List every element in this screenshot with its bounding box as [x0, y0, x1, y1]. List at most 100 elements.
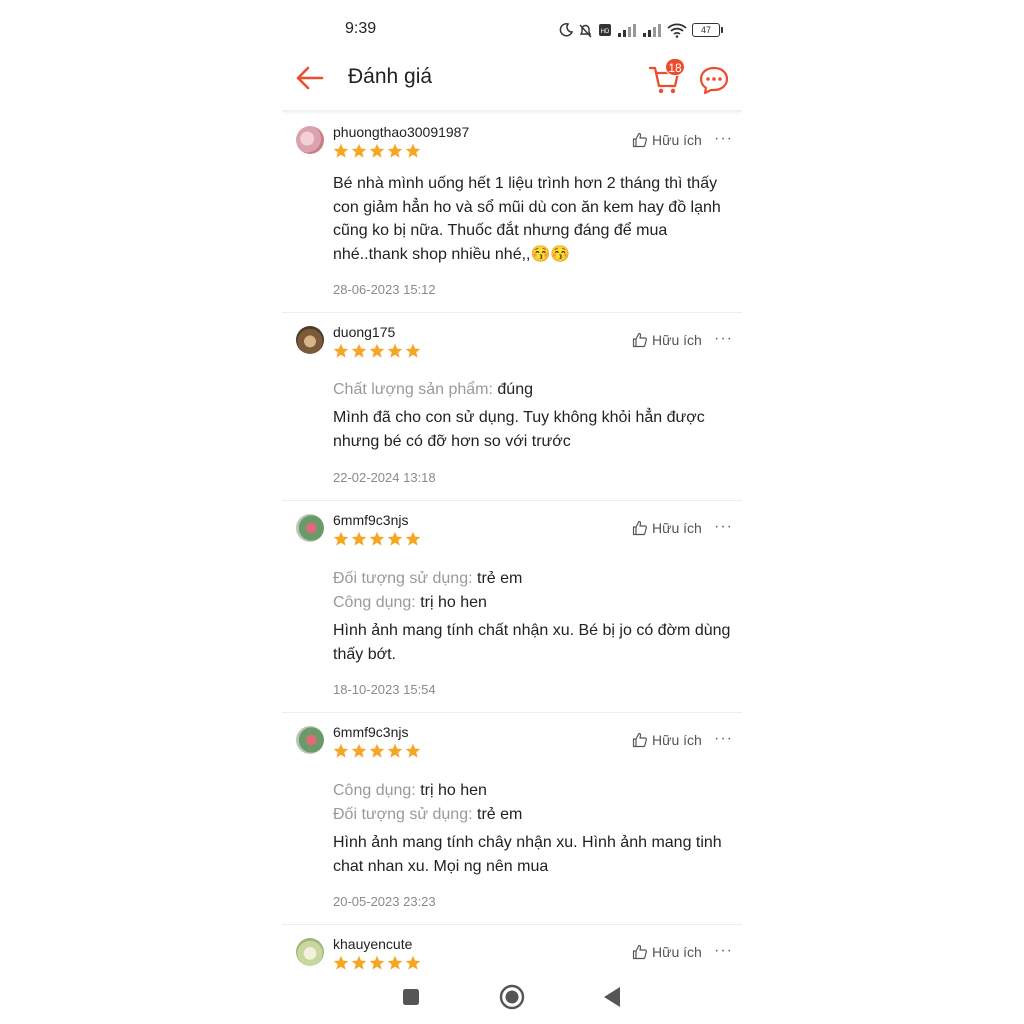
- star-icon: [369, 743, 385, 758]
- attribute-key: Đối tượng sử dụng:: [333, 570, 473, 587]
- review-item: phuongthao30091987 Hữu ích ··· Bé nhà mì…: [282, 112, 742, 313]
- star-icon: [405, 743, 421, 758]
- status-bar: 9:39 HD 47: [282, 0, 742, 56]
- back-triangle-icon[interactable]: [602, 986, 622, 1008]
- status-time: 9:39: [345, 20, 377, 37]
- helpful-button[interactable]: Hữu ích: [632, 732, 702, 748]
- thumbs-up-icon: [632, 520, 647, 536]
- star-icon: [387, 955, 403, 970]
- thumbs-up-icon: [632, 732, 647, 748]
- status-icons: HD 47: [559, 21, 723, 39]
- star-icon: [369, 531, 385, 546]
- attribute-value: đúng: [497, 381, 533, 398]
- avatar[interactable]: [296, 938, 324, 966]
- star-icon: [387, 343, 403, 358]
- helpful-label: Hữu ích: [652, 132, 702, 148]
- review-text: Bé nhà mình uống hết 1 liệu trình hơn 2 …: [333, 175, 721, 263]
- thumbs-up-icon: [632, 944, 647, 960]
- helpful-button[interactable]: Hữu ích: [632, 520, 702, 536]
- recents-square-icon[interactable]: [402, 988, 420, 1006]
- system-nav-bar: [282, 970, 742, 1024]
- review-username: 6mmf9c3njs: [333, 724, 409, 740]
- star-icon: [387, 743, 403, 758]
- svg-text:HD: HD: [601, 29, 610, 35]
- review-item: duong175 Hữu ích ··· Chất lượng sản phẩm…: [282, 312, 742, 501]
- star-rating: [333, 743, 421, 759]
- star-rating: [333, 143, 421, 159]
- star-icon: [351, 743, 367, 758]
- review-date: 18-10-2023 15:54: [333, 682, 436, 697]
- battery-icon: 47: [692, 23, 723, 37]
- more-options-icon[interactable]: ···: [714, 518, 733, 536]
- attribute-value: trị ho hen: [420, 782, 487, 799]
- attribute-value: trẻ em: [477, 570, 523, 587]
- review-attribute: Chất lượng sản phẩm: đúng: [333, 378, 733, 402]
- home-circle-icon[interactable]: [499, 984, 525, 1010]
- review-list[interactable]: phuongthao30091987 Hữu ích ··· Bé nhà mì…: [282, 112, 742, 970]
- review-date: 22-02-2024 13:18: [333, 470, 436, 485]
- avatar[interactable]: [296, 126, 324, 154]
- star-icon: [369, 343, 385, 358]
- star-rating: [333, 955, 421, 970]
- star-icon: [333, 743, 349, 758]
- star-icon: [405, 143, 421, 158]
- volte-icon: HD: [599, 24, 611, 36]
- review-date: 20-05-2023 23:23: [333, 894, 436, 909]
- helpful-label: Hữu ích: [652, 520, 702, 536]
- attribute-key: Công dụng:: [333, 782, 416, 799]
- review-item: 6mmf9c3njs Hữu ích ··· Đối tượng sử dụng…: [282, 500, 742, 713]
- review-attribute: Công dụng: trị ho hen: [333, 591, 733, 615]
- avatar[interactable]: [296, 726, 324, 754]
- star-icon: [351, 143, 367, 158]
- star-icon: [387, 143, 403, 158]
- avatar[interactable]: [296, 514, 324, 542]
- helpful-button[interactable]: Hữu ích: [632, 132, 702, 148]
- review-text: Hình ảnh mang tính chây nhận xu. Hình ản…: [333, 834, 722, 875]
- helpful-button[interactable]: Hữu ích: [632, 944, 702, 960]
- phone-screen: 9:39 HD 47 Đánh giá 18 phuongthao3009198…: [282, 0, 742, 1024]
- review-item: 6mmf9c3njs Hữu ích ··· Công dụng: trị ho…: [282, 712, 742, 925]
- signal-icon: [643, 24, 661, 37]
- avatar[interactable]: [296, 326, 324, 354]
- page-title: Đánh giá: [348, 65, 433, 88]
- attribute-key: Chất lượng sản phẩm:: [333, 381, 493, 398]
- wifi-icon: [667, 23, 687, 38]
- review-attribute: Đối tượng sử dụng: trẻ em: [333, 567, 733, 591]
- review-username: khauyencute: [333, 936, 413, 952]
- more-options-icon[interactable]: ···: [714, 130, 733, 148]
- star-icon: [351, 955, 367, 970]
- review-username: duong175: [333, 324, 396, 340]
- star-icon: [351, 343, 367, 358]
- star-icon: [387, 531, 403, 546]
- thumbs-up-icon: [632, 132, 647, 148]
- review-attribute: Công dụng: trị ho hen: [333, 779, 733, 803]
- attribute-key: Công dụng:: [333, 594, 416, 611]
- star-icon: [333, 343, 349, 358]
- star-rating: [333, 343, 421, 359]
- review-body: Đối tượng sử dụng: trẻ em Công dụng: trị…: [333, 567, 733, 666]
- star-icon: [351, 531, 367, 546]
- star-icon: [369, 143, 385, 158]
- helpful-button[interactable]: Hữu ích: [632, 332, 702, 348]
- star-icon: [405, 531, 421, 546]
- more-options-icon[interactable]: ···: [714, 330, 733, 348]
- moon-icon: [559, 23, 573, 37]
- attribute-value: trẻ em: [477, 806, 523, 823]
- more-options-icon[interactable]: ···: [714, 942, 733, 960]
- review-body: Chất lượng sản phẩm: đúng Mình đã cho co…: [333, 378, 733, 453]
- star-icon: [333, 143, 349, 158]
- more-options-icon[interactable]: ···: [714, 730, 733, 748]
- app-header: Đánh giá 18: [282, 56, 742, 111]
- bell-off-icon: [579, 24, 592, 37]
- helpful-label: Hữu ích: [652, 332, 702, 348]
- review-username: 6mmf9c3njs: [333, 512, 409, 528]
- star-icon: [333, 531, 349, 546]
- review-text: Hình ảnh mang tính chất nhận xu. Bé bị j…: [333, 622, 731, 663]
- review-attribute: Đối tượng sử dụng: trẻ em: [333, 803, 733, 827]
- attribute-value: trị ho hen: [420, 594, 487, 611]
- chat-icon[interactable]: [698, 65, 730, 95]
- back-arrow-icon[interactable]: [294, 65, 326, 91]
- star-rating: [333, 531, 421, 547]
- attribute-key: Đối tượng sử dụng:: [333, 806, 473, 823]
- review-username: phuongthao30091987: [333, 124, 470, 140]
